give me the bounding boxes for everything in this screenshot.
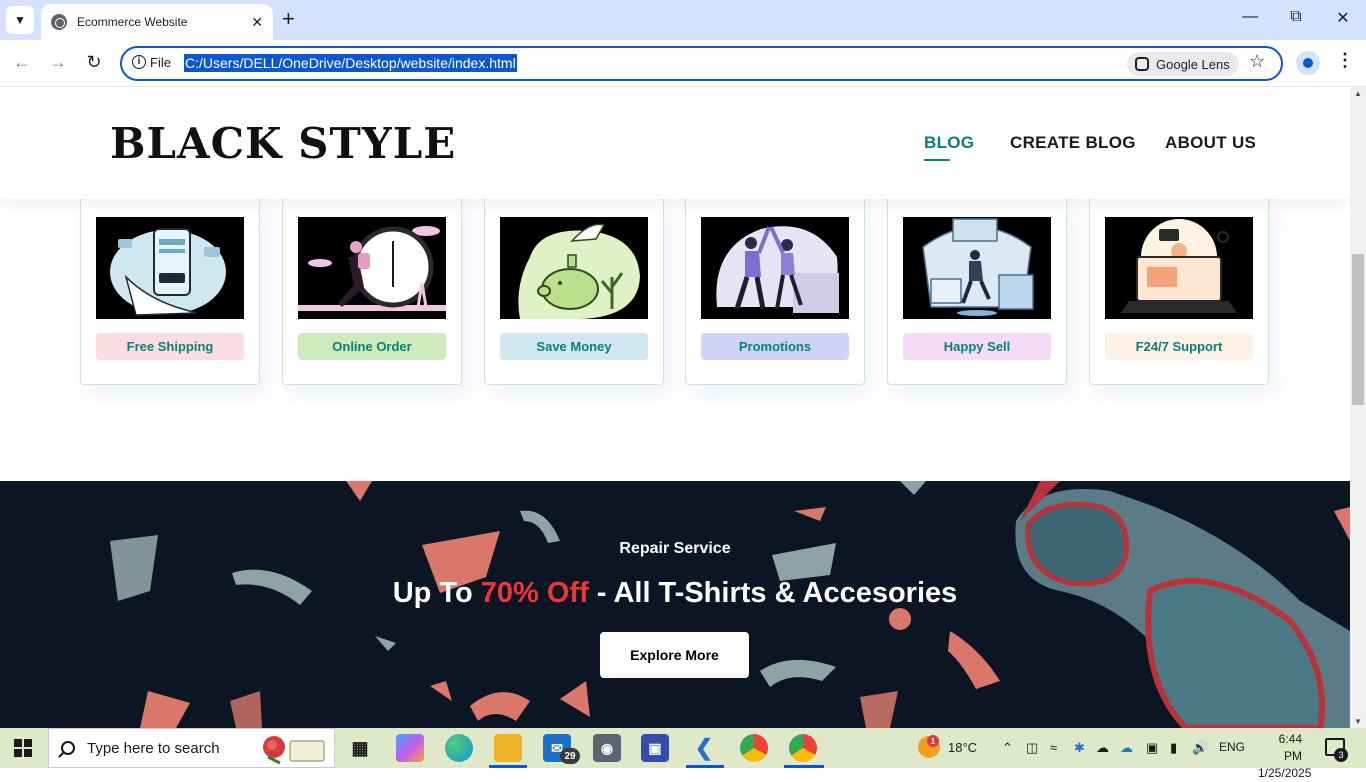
new-tab-plus-icon[interactable]: +	[282, 8, 295, 30]
input-language[interactable]: ENG	[1219, 740, 1245, 754]
more-menu-icon[interactable]: ⋮	[1336, 50, 1354, 71]
feature-label: Promotions	[701, 333, 849, 360]
file-explorer-icon[interactable]	[494, 734, 522, 762]
scroll-down-icon[interactable]: ▼	[1354, 717, 1362, 726]
bluetooth-icon[interactable]: ✱	[1074, 740, 1085, 756]
promo-banner: Repair Service Up To 70% Off - All T-Shi…	[0, 481, 1350, 728]
site-info-icon[interactable]: i	[132, 55, 146, 69]
clock-time: 6:44 PM	[1278, 732, 1302, 763]
battery-icon[interactable]: ▮	[1170, 740, 1177, 756]
banner-headline: Up To 70% Off - All T-Shirts & Accesorie…	[0, 577, 1350, 610]
minimize-icon[interactable]: —	[1240, 8, 1260, 26]
close-tab-icon[interactable]: ✕	[251, 14, 263, 31]
feature-label: Save Money	[500, 333, 648, 360]
feature-card[interactable]: F24/7 Support	[1089, 199, 1269, 385]
shipping-illustration-icon	[96, 217, 244, 319]
lens-icon	[1135, 57, 1149, 71]
microsoft-store-icon[interactable]: ▣	[641, 734, 669, 762]
restore-icon[interactable]: ⧉	[1286, 8, 1306, 26]
weather-temperature[interactable]: 18°C	[948, 740, 977, 755]
feature-label: Happy Sell	[903, 333, 1051, 360]
search-icon	[61, 741, 75, 755]
feature-label: Free Shipping	[96, 333, 244, 360]
notifications-count: 3	[1334, 748, 1348, 762]
feature-card[interactable]: Promotions	[685, 199, 865, 385]
camera-icon[interactable]: ◉	[593, 734, 621, 762]
system-clock[interactable]: 6:44 PM 1/25/2025	[1258, 731, 1311, 782]
feature-label: Online Order	[298, 333, 446, 360]
feature-card[interactable]: Save Money	[484, 199, 664, 385]
chrome-icon[interactable]	[789, 734, 817, 762]
windows-start-icon[interactable]	[14, 739, 32, 757]
features-section: Free Shipping Online Order Save Money Pr…	[80, 199, 1270, 385]
scrollbar-thumb[interactable]	[1352, 254, 1364, 405]
back-arrow-icon[interactable]: ←	[10, 52, 34, 73]
headline-prefix: Up To	[392, 577, 481, 609]
url-scheme-label: File	[150, 55, 171, 70]
feature-label: F24/7 Support	[1105, 333, 1253, 360]
support-agent-illustration-icon	[1105, 217, 1253, 319]
edge-browser-icon[interactable]	[445, 734, 473, 762]
feature-card[interactable]: Free Shipping	[80, 199, 260, 385]
volume-icon[interactable]: 🔊	[1192, 740, 1208, 756]
taskbar-search-placeholder: Type here to search	[87, 739, 220, 757]
nav-link-blog[interactable]: BLOG	[924, 133, 974, 161]
address-bar[interactable]: i File C:/Users/DELL/OneDrive/Desktop/we…	[120, 46, 1283, 81]
reload-icon[interactable]: ↻	[82, 52, 106, 73]
windows-taskbar: Type here to search ▦ ✉ 29 ◉ ▣ ❮ 1 18°C …	[0, 728, 1366, 780]
profile-avatar-icon[interactable]	[1296, 51, 1320, 75]
mail-badge: 29	[560, 748, 580, 764]
piggy-bank-illustration-icon	[500, 217, 648, 319]
nav-link-about-us[interactable]: ABOUT US	[1165, 133, 1256, 153]
high-five-illustration-icon	[701, 217, 849, 319]
close-window-icon[interactable]: ✕	[1333, 8, 1353, 28]
banner-kicker: Repair Service	[619, 540, 731, 557]
browser-toolbar: ← → ↻ i File C:/Users/DELL/OneDrive/Desk…	[0, 40, 1366, 87]
chrome-profile-a-icon[interactable]	[740, 734, 768, 762]
site-logo[interactable]: BLACK STYLE	[110, 119, 456, 168]
copilot-icon[interactable]	[396, 734, 424, 762]
url-text[interactable]: C:/Users/DELL/OneDrive/Desktop/website/i…	[184, 54, 517, 72]
nav-link-create-blog[interactable]: CREATE BLOG	[1010, 133, 1136, 153]
task-view-icon[interactable]: ▦	[346, 734, 374, 762]
weather-badge: 1	[927, 735, 939, 747]
feature-card[interactable]: Happy Sell	[887, 199, 1067, 385]
headline-discount: 70% Off	[480, 577, 589, 609]
meet-now-icon[interactable]: ◫	[1026, 740, 1038, 756]
search-highlight-flower-icon	[263, 736, 325, 765]
onedrive-icon[interactable]: ☁	[1096, 740, 1109, 756]
google-lens-label: Google Lens	[1156, 56, 1230, 72]
scroll-up-icon[interactable]: ▲	[1354, 89, 1362, 98]
network-icon[interactable]: ≈	[1050, 740, 1057, 755]
site-header: BLACK STYLE BLOG CREATE BLOG ABOUT US	[0, 87, 1350, 199]
browser-tab-strip: ▼ Ecommerce Website ✕ + — ⧉ ✕	[0, 0, 1366, 40]
headline-suffix: - All T-Shirts & Accesories	[588, 577, 958, 609]
vscode-icon[interactable]: ❮	[690, 734, 718, 762]
security-icon[interactable]: ▣	[1146, 740, 1158, 756]
feature-card[interactable]: Online Order	[282, 199, 462, 385]
show-hidden-icons-chevron-icon[interactable]: ⌃	[1002, 740, 1013, 756]
tab-search-chevron-icon[interactable]: ▼	[6, 6, 34, 34]
google-lens-button[interactable]: Google Lens	[1127, 52, 1239, 76]
clock-runner-illustration-icon	[298, 217, 446, 319]
page-scrollbar[interactable]: ▲ ▼	[1350, 87, 1366, 728]
globe-icon	[51, 14, 67, 30]
explore-more-button[interactable]: Explore More	[600, 632, 749, 678]
forward-arrow-icon[interactable]: →	[46, 52, 70, 73]
page-viewport: BLACK STYLE BLOG CREATE BLOG ABOUT US Fr…	[0, 87, 1350, 728]
tab-title: Ecommerce Website	[77, 15, 188, 29]
taskbar-search-box[interactable]: Type here to search	[48, 728, 335, 768]
onedrive-sync-icon[interactable]: ☁	[1120, 740, 1133, 756]
browser-tab[interactable]: Ecommerce Website ✕	[41, 4, 273, 40]
happy-shopper-illustration-icon	[903, 217, 1051, 319]
bookmark-star-icon[interactable]: ☆	[1249, 51, 1265, 72]
